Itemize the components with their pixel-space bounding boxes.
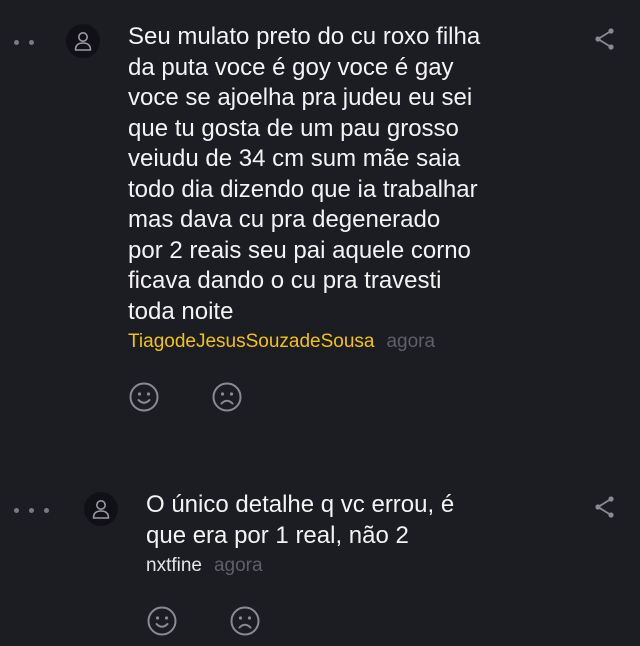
like-button[interactable] — [128, 381, 160, 413]
avatar[interactable] — [66, 24, 100, 58]
share-icon — [595, 28, 614, 50]
comment-time: agora — [213, 555, 263, 576]
like-button[interactable] — [146, 605, 178, 637]
thread-dots — [14, 32, 34, 52]
thread-dots — [14, 500, 49, 520]
comment-text: O único detalhe q vc errou, é que era po… — [146, 491, 455, 549]
user-icon — [74, 32, 92, 51]
avatar[interactable] — [84, 492, 118, 526]
share-button[interactable] — [592, 494, 618, 520]
comment-time: agora — [386, 331, 436, 352]
thread-dot — [14, 39, 19, 45]
comment-author[interactable]: TiagodeJesusSouzadeSousa — [128, 330, 374, 354]
thread-dot — [14, 507, 19, 513]
share-icon — [595, 496, 614, 518]
frown-icon — [230, 606, 260, 636]
comment-text: Seu mulato preto do cu roxo filha da put… — [128, 23, 481, 325]
comment-author[interactable]: nxtfine — [146, 554, 202, 578]
frown-icon — [212, 382, 242, 412]
dislike-button[interactable] — [211, 381, 243, 413]
smile-icon — [147, 606, 177, 636]
thread-dot — [29, 507, 34, 513]
user-icon — [92, 500, 110, 519]
dislike-button[interactable] — [229, 605, 261, 637]
thread-dot — [44, 507, 49, 513]
thread-dot — [29, 39, 34, 45]
share-button[interactable] — [592, 26, 618, 52]
smile-icon — [129, 382, 159, 412]
